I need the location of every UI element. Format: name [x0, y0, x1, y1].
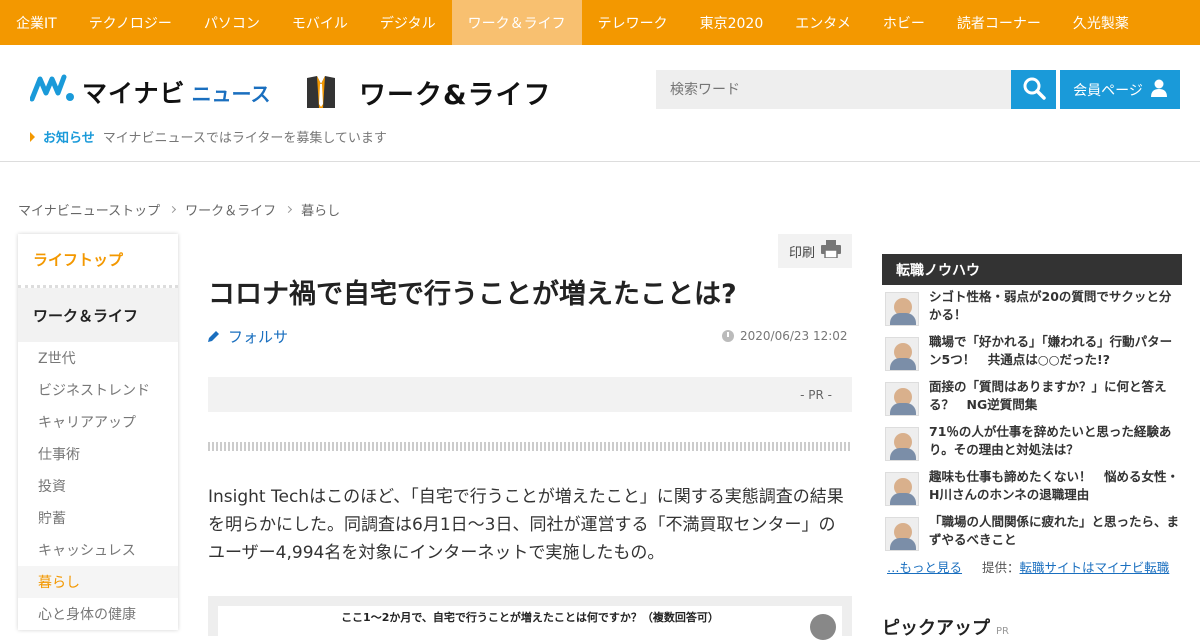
notice-link[interactable]: マイナビニュースではライターを募集しています	[103, 127, 387, 146]
thumbnail-image	[885, 472, 919, 506]
chevron-right-icon	[169, 205, 177, 214]
print-button[interactable]: 印刷	[778, 234, 852, 268]
thumbnail-image	[885, 427, 919, 461]
publish-date-text: 2020/06/23 12:02	[740, 329, 848, 343]
nav-item-enterprise-it[interactable]: 企業IT	[0, 0, 73, 45]
nav-item-hisamitsu[interactable]: 久光製薬	[1057, 0, 1145, 45]
list-item[interactable]: 面接の「質問はありますか？」に何と答える？ NG逆質問集	[882, 378, 1182, 423]
top-navigation: 企業IT テクノロジー パソコン モバイル デジタル ワーク＆ライフ テレワーク…	[0, 0, 1200, 45]
source-link[interactable]: 転職サイトはマイナビ転職	[1020, 560, 1170, 575]
zoom-icon[interactable]	[810, 614, 836, 640]
sidebar-item-gen-z[interactable]: Z世代	[18, 342, 178, 374]
sidebar-category-work-life[interactable]: ワーク＆ライフ	[18, 288, 178, 342]
publish-date: 2020/06/23 12:02	[722, 329, 848, 343]
nav-item-tokyo2020[interactable]: 東京2020	[684, 0, 780, 45]
left-sidebar: ライフトップ ワーク＆ライフ Z世代 ビジネストレンド キャリアアップ 仕事術 …	[18, 234, 178, 630]
sidebar-item-life-top[interactable]: ライフトップ	[18, 234, 178, 288]
pr-box: - PR -	[208, 377, 852, 412]
article-figure[interactable]: ここ1～2か月で、自宅で行うことが増えたことは何ですか？（複数回答可）	[208, 596, 852, 640]
breadcrumb-item-living[interactable]: 暮らし	[301, 200, 340, 219]
career-knowhow-list: シゴト性格・弱点が20の質問でサクッと分かる！ 職場で「好かれる」「嫌われる」行…	[882, 288, 1182, 558]
sidebar-item-work-skills[interactable]: 仕事術	[18, 438, 178, 470]
nav-item-work-life[interactable]: ワーク＆ライフ	[451, 0, 582, 45]
list-item[interactable]: シゴト性格・弱点が20の質問でサクッと分かる！	[882, 288, 1182, 333]
user-icon	[1150, 79, 1167, 101]
list-item-title: 71％の人が仕事を辞めたいと思った経験あり。その理由と対処法は？	[929, 424, 1172, 457]
source-credit: 提供：転職サイトはマイナビ転職	[982, 557, 1169, 576]
pencil-icon	[208, 328, 220, 346]
more-link[interactable]: …もっと見る	[887, 557, 962, 576]
stripe-divider	[208, 442, 852, 451]
nav-item-technology[interactable]: テクノロジー	[73, 0, 188, 45]
list-item[interactable]: 職場で「好かれる」「嫌われる」行動パターン5つ！ 共通点は○○だった!?	[882, 333, 1182, 378]
pickup-title: ピックアップ	[882, 618, 990, 639]
list-item[interactable]: 「職場の人間関係に疲れた」と思ったら、まずやるべきこと	[882, 513, 1182, 558]
nav-item-digital[interactable]: デジタル	[364, 0, 452, 45]
breadcrumb-item-top[interactable]: マイナビニューストップ	[18, 200, 160, 219]
figure-caption: ここ1～2か月で、自宅で行うことが増えたことは何ですか？（複数回答可）	[218, 606, 842, 636]
pr-label: - PR -	[800, 387, 832, 402]
list-item[interactable]: 71％の人が仕事を辞めたいと思った経験あり。その理由と対処法は？	[882, 423, 1182, 468]
member-page-button[interactable]: 会員ページ	[1060, 70, 1180, 109]
list-item-title: シゴト性格・弱点が20の質問でサクッと分かる！	[929, 289, 1172, 322]
nav-item-reader-corner[interactable]: 読者コーナー	[941, 0, 1057, 45]
list-item[interactable]: 趣味も仕事も諦めたくない！ 悩める女性・H川さんのホンネの退職理由	[882, 468, 1182, 513]
author-link[interactable]: フォルサ	[208, 326, 288, 347]
logo-text: マイナビ	[82, 79, 186, 108]
breadcrumb-item-work-life[interactable]: ワーク＆ライフ	[185, 200, 276, 219]
author-name: フォルサ	[228, 328, 289, 346]
source-label: 提供：	[982, 560, 1020, 575]
sidebar-item-living[interactable]: 暮らし	[18, 566, 178, 598]
suit-icon	[303, 74, 339, 110]
site-logo[interactable]: マイナビ ニュース	[29, 73, 271, 111]
printer-icon	[821, 240, 841, 262]
logo-news-text: ニュース	[191, 81, 271, 106]
pickup-heading: ピックアップ PR	[882, 614, 1009, 640]
list-item-title: 職場で「好かれる」「嫌われる」行動パターン5つ！ 共通点は○○だった!?	[929, 334, 1173, 367]
nav-item-entertainment[interactable]: エンタメ	[779, 0, 867, 45]
pickup-pr-label: PR	[996, 626, 1009, 637]
thumbnail-image	[885, 337, 919, 371]
search-icon	[1022, 76, 1046, 104]
section-title: ワーク&ライフ	[359, 79, 552, 111]
triangle-right-icon	[30, 131, 35, 142]
clock-icon	[722, 330, 734, 342]
list-item-title: 面接の「質問はありますか？」に何と答える？ NG逆質問集	[929, 379, 1167, 412]
article-body: Insight Techはこのほど、「自宅で行うことが増えたこと」に関する実態調…	[208, 487, 844, 563]
sidebar-item-health[interactable]: 心と身体の健康	[18, 598, 178, 630]
search-button[interactable]	[1011, 70, 1056, 109]
notice-label: お知らせ	[43, 131, 95, 146]
mynavi-logo-icon	[29, 73, 76, 111]
print-label: 印刷	[788, 245, 815, 261]
sidebar-item-investment[interactable]: 投資	[18, 470, 178, 502]
nav-item-telework[interactable]: テレワーク	[582, 0, 684, 45]
more-row: …もっと見る 提供：転職サイトはマイナビ転職	[887, 557, 1169, 576]
thumbnail-image	[885, 517, 919, 551]
nav-item-hobby[interactable]: ホビー	[867, 0, 941, 45]
notice-bar: お知らせ マイナビニュースではライターを募集しています	[30, 127, 387, 146]
sidebar-item-business-trend[interactable]: ビジネストレンド	[18, 374, 178, 406]
breadcrumb: マイナビニューストップ ワーク＆ライフ 暮らし	[18, 200, 340, 219]
search-input[interactable]	[656, 70, 1011, 109]
sidebar-item-career-up[interactable]: キャリアアップ	[18, 406, 178, 438]
nav-item-mobile[interactable]: モバイル	[276, 0, 364, 45]
career-knowhow-heading: 転職ノウハウ	[882, 254, 1182, 285]
member-label: 会員ページ	[1073, 82, 1143, 99]
thumbnail-image	[885, 382, 919, 416]
article-title: コロナ禍で自宅で行うことが増えたことは?	[208, 279, 737, 310]
list-item-title: 「職場の人間関係に疲れた」と思ったら、まずやるべきこと	[929, 514, 1180, 547]
nav-item-pc[interactable]: パソコン	[188, 0, 276, 45]
list-item-title: 趣味も仕事も諦めたくない！ 悩める女性・H川さんのホンネの退職理由	[929, 469, 1180, 502]
section-logo[interactable]: ワーク&ライフ	[303, 74, 552, 111]
sidebar-item-cashless[interactable]: キャッシュレス	[18, 534, 178, 566]
chevron-right-icon	[285, 205, 293, 214]
thumbnail-image	[885, 292, 919, 326]
sidebar-item-savings[interactable]: 貯蓄	[18, 502, 178, 534]
header-divider	[0, 161, 1200, 162]
